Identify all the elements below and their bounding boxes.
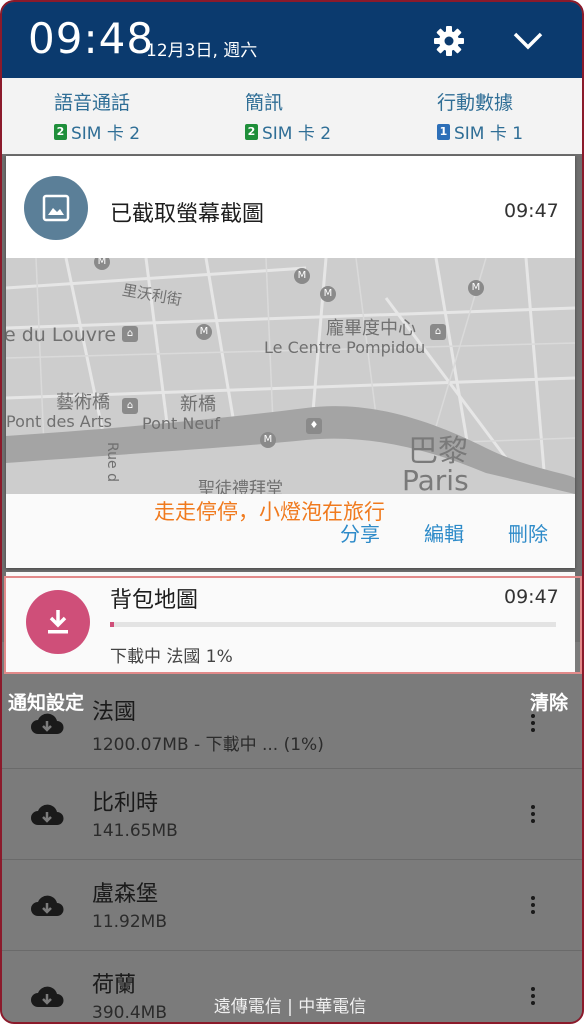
chevron-down-icon[interactable] [512,28,544,54]
cloud-download-icon [31,895,64,916]
notification-title: 已截取螢幕截圖 [110,202,265,227]
map-streets [6,258,575,494]
list-item-name: 法國 [92,700,137,725]
list-item[interactable]: 法國 1200.07MB - 下載中 ... (1%) [2,678,582,769]
sim-slot-badge: 1 [437,123,450,140]
screenshot-preview[interactable]: e du Louvre 里沃利街 龐畢度中心 Le Centre Pompido… [6,258,575,494]
map-label-arts-zh: 藝術橋 [56,392,110,413]
share-button[interactable]: 分享 [340,518,380,547]
cloud-download-icon [31,713,64,734]
metro-icon: M [294,268,310,284]
sim-data-card: SIM 卡 1 [454,124,524,144]
museum-icon: ⌂ [122,398,138,414]
cloud-download-icon [31,804,64,825]
notification-shade: 法國 1200.07MB - 下載中 ... (1%) 比利時 141.65MB… [0,0,584,1024]
list-item[interactable]: 比利時 141.65MB [2,769,582,860]
sim-voice-card: SIM 卡 2 [71,124,141,144]
more-vert-icon[interactable] [524,803,542,827]
map-label-rue: Rue d [103,442,120,482]
metro-icon: M [320,286,336,302]
map-label-chapel: 聖徒禮拜堂 [198,479,283,494]
sim-sms[interactable]: 簡訊 2 SIM 卡 2 [245,88,331,144]
metro-icon: M [196,324,212,340]
date: 12月3日, 週六 [146,41,258,61]
image-icon [24,176,88,240]
more-vert-icon[interactable] [524,894,542,918]
sim-voice-call[interactable]: 語音通話 2 SIM 卡 2 [54,88,140,144]
map-label-louvre: e du Louvre [6,324,117,346]
quick-settings-header: 09:48 12月3日, 週六 [2,2,582,78]
map-label-neuf-zh: 新橋 [180,394,216,415]
gear-icon[interactable] [432,24,466,58]
museum-icon: ⌂ [430,324,446,340]
carrier-label: 遠傳電信 | 中華電信 [213,997,367,1017]
sim-settings-strip: 語音通話 2 SIM 卡 2 簡訊 2 SIM 卡 2 行動數據 1 SIM 卡 1 [2,78,582,154]
sim-sms-card: SIM 卡 2 [262,124,332,144]
map-label-pompidou-zh: 龐畢度中心 [326,318,416,339]
list-item-name: 比利時 [92,791,159,816]
list-item-size: 1200.07MB - 下載中 ... (1%) [92,735,324,755]
list-item-size: 11.92MB [92,912,167,932]
map-label-pompidou-fr: Le Centre Pompidou [264,338,426,357]
delete-button[interactable]: 刪除 [508,518,548,547]
sim-sms-label: 簡訊 [245,92,284,114]
highlight-frame [4,576,582,674]
list-item[interactable]: 盧森堡 11.92MB [2,860,582,951]
list-item-name: 盧森堡 [92,882,159,907]
museum-icon: ⌂ [122,326,138,342]
edit-button[interactable]: 編輯 [424,518,464,547]
clock: 09:48 [28,14,155,63]
metro-icon: M [260,432,276,448]
sim-mobile-data[interactable]: 行動數據 1 SIM 卡 1 [437,88,523,144]
notification-settings-button[interactable]: 通知設定 [8,688,84,715]
map-label-neuf-fr: Pont Neuf [142,414,220,433]
clear-all-button[interactable]: 清除 [530,688,568,715]
download-list: 法國 1200.07MB - 下載中 ... (1%) 比利時 141.65MB… [2,642,582,1022]
screenshot-notification[interactable]: 已截取螢幕截圖 09:47 e du Louvre 里沃利街 龐畢度中心 Le … [6,156,575,568]
map-label-arts-fr: Pont des Arts [6,412,112,431]
sim-voice-label: 語音通話 [54,92,131,114]
notification-time: 09:47 [504,200,559,222]
list-item-size: 141.65MB [92,821,178,841]
map-label-paris-fr: Paris [402,464,469,494]
metro-icon: M [468,280,484,296]
landmark-icon: ♦ [306,418,322,434]
sim-data-label: 行動數據 [437,92,514,114]
more-vert-icon[interactable] [524,712,542,736]
sim-slot-badge: 2 [245,123,258,140]
sim-slot-badge: 2 [54,123,67,140]
